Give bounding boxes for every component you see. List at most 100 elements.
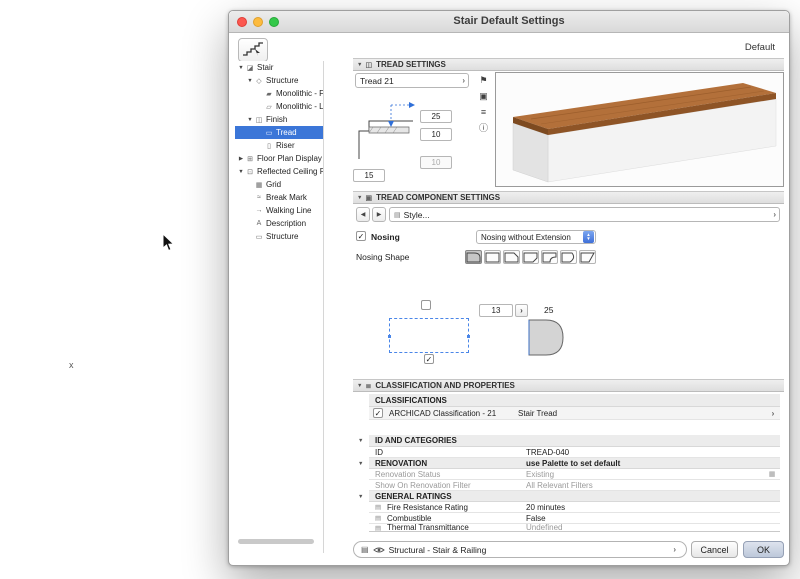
- tree-item-floor-plan-display[interactable]: ▶ ⊞ Floor Plan Display: [235, 152, 323, 165]
- nosing-type-dropdown[interactable]: Nosing without Extension ▲ ▼: [476, 230, 596, 244]
- style-dropdown[interactable]: ▤ Style... ›: [389, 207, 780, 222]
- layer-selector[interactable]: ▤ Structural - Stair & Railing ›: [353, 541, 687, 558]
- bottom-dimension-checkbox[interactable]: [424, 354, 434, 364]
- renovation-note: use Palette to set default: [526, 458, 621, 468]
- selection-handle[interactable]: [388, 335, 391, 338]
- tree-item-stair[interactable]: ▼ ◪ Stair: [235, 61, 323, 74]
- stair-tool-button[interactable]: [238, 38, 268, 62]
- thermal-value[interactable]: Undefined: [526, 524, 780, 531]
- show-on-renovation-filter-row[interactable]: Show On Renovation Filter All Relevant F…: [369, 480, 780, 491]
- monolithic-flight-icon: ▰: [266, 90, 272, 98]
- previous-component-button[interactable]: ◀: [356, 207, 370, 222]
- structure-display-icon: ▭: [255, 233, 263, 241]
- window-controls: [237, 17, 279, 27]
- tread-component-settings-header[interactable]: ▼ ▣ TREAD COMPONENT SETTINGS: [353, 191, 784, 204]
- id-categories-subheader[interactable]: ID AND CATEGORIES: [369, 435, 780, 447]
- tree-item-description[interactable]: A Description: [235, 217, 323, 230]
- flag-icon[interactable]: ⚑: [476, 73, 491, 87]
- minimize-window-icon[interactable]: [253, 17, 263, 27]
- tread-nosing-input[interactable]: [420, 128, 452, 141]
- expander-right-icon[interactable]: ▶: [237, 156, 245, 162]
- nosing-profile-preview: [528, 319, 564, 356]
- fire-resistance-value[interactable]: 20 minutes: [526, 503, 780, 512]
- selection-handle[interactable]: [467, 335, 470, 338]
- general-ratings-subheader[interactable]: GENERAL RATINGS: [369, 491, 780, 502]
- tree-item-monolithic-flight[interactable]: ▰ Monolithic - Flight: [235, 87, 323, 100]
- classification-name: ARCHICAD Classification - 21: [389, 408, 497, 418]
- nosing-checkbox[interactable]: [356, 231, 366, 241]
- tread-width-input[interactable]: [353, 169, 385, 182]
- tread-settings-header[interactable]: ▼ ◫ TREAD SETTINGS: [353, 58, 784, 71]
- tree-item-label: Monolithic - Flight: [276, 89, 323, 98]
- nosing-shape-ogee-button[interactable]: [560, 250, 577, 264]
- tree-item-tread[interactable]: ▭ Tread: [235, 126, 323, 139]
- tree-item-structure-display[interactable]: ▭ Structure: [235, 230, 323, 243]
- tread-thickness-input[interactable]: [420, 110, 452, 123]
- style-icon: ▤: [394, 211, 401, 219]
- nosing-depth-stepper-button[interactable]: ›: [515, 304, 528, 317]
- expander-down-icon[interactable]: ▼: [246, 78, 254, 84]
- nosing-shape-concave-button[interactable]: [541, 250, 558, 264]
- info-icon[interactable]: ⓘ: [476, 121, 491, 135]
- tree-item-monolithic-landing[interactable]: ▱ Monolithic - Landing: [235, 100, 323, 113]
- classification-properties-header[interactable]: ▼ ≣ CLASSIFICATION AND PROPERTIES: [353, 379, 784, 392]
- nosing-depth-input[interactable]: [479, 304, 513, 317]
- cancel-button[interactable]: Cancel: [691, 541, 738, 558]
- tread-preset-dropdown[interactable]: Tread 21 ›: [355, 73, 469, 88]
- section-disclosure-icon[interactable]: ▼: [358, 494, 363, 500]
- collapse-triangle-icon[interactable]: ▼: [357, 383, 362, 389]
- ok-button[interactable]: OK: [743, 541, 784, 558]
- style-value: Style...: [403, 209, 430, 220]
- tree-item-riser[interactable]: ▯ Riser: [235, 139, 323, 152]
- popup-arrows-icon: ▲ ▼: [583, 231, 594, 243]
- renovation-subheader[interactable]: RENOVATION use Palette to set default: [369, 458, 780, 469]
- section-view-icon[interactable]: ≡: [476, 105, 491, 119]
- id-value[interactable]: TREAD-040: [526, 448, 780, 457]
- combustible-row[interactable]: ▤ Combustible False: [369, 513, 780, 524]
- thermal-transmittance-row[interactable]: ▤ Thermal Transmittance Undefined: [369, 524, 780, 532]
- preview-picture-icon[interactable]: ▣: [476, 89, 491, 103]
- classification-checkbox[interactable]: [373, 408, 383, 418]
- section-disclosure-icon[interactable]: ▼: [358, 461, 363, 467]
- zoom-window-icon[interactable]: [269, 17, 279, 27]
- nosing-shape-round-button[interactable]: [465, 250, 482, 264]
- grid-icon: ▦: [255, 181, 263, 189]
- fire-resistance-row[interactable]: ▤ Fire Resistance Rating 20 minutes: [369, 502, 780, 513]
- expander-down-icon[interactable]: ▼: [246, 117, 254, 123]
- tread-plan-preview[interactable]: [388, 318, 470, 353]
- tree-item-finish[interactable]: ▼ ◫ Finish: [235, 113, 323, 126]
- tree-item-grid[interactable]: ▦ Grid: [235, 178, 323, 191]
- tree-item-label: Walking Line: [266, 206, 312, 215]
- tree-item-structure[interactable]: ▼ ◇ Structure: [235, 74, 323, 87]
- nosing-shape-angled-button[interactable]: [579, 250, 596, 264]
- nosing-shape-chamfer-bottom-button[interactable]: [522, 250, 539, 264]
- riser-icon: ▯: [267, 142, 271, 150]
- ceiling-plan-icon: ⊡: [247, 168, 253, 176]
- tree-item-reflected-ceiling-plan[interactable]: ▼ ⊡ Reflected Ceiling Plan Displ: [235, 165, 323, 178]
- tread-3d-preview[interactable]: [495, 72, 784, 187]
- section-disclosure-icon[interactable]: ▼: [358, 438, 363, 444]
- tree-item-break-mark[interactable]: ≈ Break Mark: [235, 191, 323, 204]
- collapse-triangle-icon[interactable]: ▼: [357, 195, 362, 201]
- expander-down-icon[interactable]: ▼: [237, 169, 245, 175]
- tree-horizontal-scrollbar[interactable]: [238, 539, 314, 544]
- classification-value[interactable]: Stair Tread: [518, 409, 766, 418]
- next-component-button[interactable]: ▶: [372, 207, 386, 222]
- combustible-value[interactable]: False: [526, 514, 780, 523]
- renovation-palette-icon[interactable]: ▦: [764, 470, 780, 478]
- tree-item-walking-line[interactable]: → Walking Line: [235, 204, 323, 217]
- renovation-status-row[interactable]: Renovation Status Existing ▦: [369, 469, 780, 480]
- property-type-icon: ▤: [375, 504, 382, 511]
- shape-concave-icon: [542, 252, 557, 262]
- expander-down-icon[interactable]: ▼: [237, 65, 245, 71]
- description-icon: A: [256, 220, 262, 227]
- top-dimension-checkbox[interactable]: [421, 300, 431, 310]
- close-window-icon[interactable]: [237, 17, 247, 27]
- nosing-shape-chamfer-top-button[interactable]: [503, 250, 520, 264]
- stray-x-mark: x: [69, 360, 74, 370]
- id-row[interactable]: ID TREAD-040: [369, 447, 780, 458]
- chevron-right-icon[interactable]: ›: [766, 409, 780, 418]
- classification-row[interactable]: ARCHICAD Classification - 21 Stair Tread…: [369, 407, 780, 420]
- nosing-shape-square-button[interactable]: [484, 250, 501, 264]
- collapse-triangle-icon[interactable]: ▼: [357, 62, 362, 68]
